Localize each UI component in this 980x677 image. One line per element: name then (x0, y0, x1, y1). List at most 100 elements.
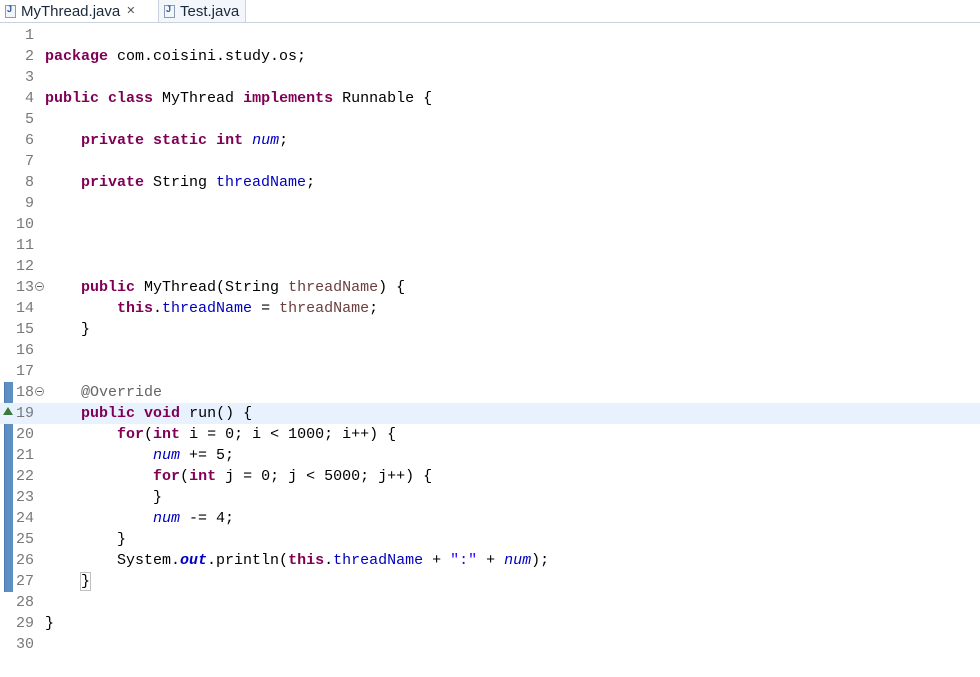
close-icon[interactable]: ✕ (126, 5, 135, 17)
line-number: 6 (24, 132, 34, 149)
code-line[interactable]: 20 for(int i = 0; i < 1000; i++) { (0, 424, 980, 445)
line-number: 13 (15, 279, 34, 296)
line-number: 28 (15, 594, 34, 611)
line-number: 18 (15, 384, 34, 401)
fold-toggle-icon[interactable] (35, 282, 44, 291)
override-marker-icon (3, 407, 13, 415)
code-line[interactable]: 16 (0, 340, 980, 361)
code-token: ; (279, 132, 289, 149)
code-token: public (45, 90, 100, 107)
code-line[interactable]: 2 package com.coisini.study.os; (0, 46, 980, 67)
tab-test-java[interactable]: Test.java (158, 0, 246, 22)
code-line[interactable]: 29} (0, 613, 980, 634)
code-token: num (153, 447, 181, 464)
line-number: 7 (24, 153, 34, 170)
code-line[interactable]: 9 (0, 193, 980, 214)
code-line[interactable]: 5 (0, 109, 980, 130)
line-number: 11 (15, 237, 34, 254)
line-number: 1 (24, 27, 34, 44)
tab-mythread-java[interactable]: MyThread.java ✕ (0, 0, 157, 22)
code-line[interactable]: 4 public class MyThread implements Runnab… (0, 88, 980, 109)
line-number: 2 (24, 48, 34, 65)
code-text: } (45, 487, 162, 508)
code-token: .println( (207, 552, 289, 569)
code-line[interactable]: 19 public void run() { (0, 403, 980, 424)
java-file-icon (5, 4, 16, 18)
code-line[interactable]: 11 (0, 235, 980, 256)
line-number: 29 (15, 615, 34, 632)
code-token: private (81, 174, 145, 191)
code-line[interactable]: 13 public MyThread(String threadName) { (0, 277, 980, 298)
code-text: } (45, 319, 90, 340)
code-token: } (45, 531, 127, 548)
code-token: num (153, 510, 181, 527)
line-number: 20 (15, 426, 34, 443)
code-line[interactable]: 6 private static int num; (0, 130, 980, 151)
code-line[interactable]: 30 (0, 634, 980, 655)
code-token: public (81, 405, 136, 422)
line-number: 30 (15, 636, 34, 653)
line-number: 22 (15, 468, 34, 485)
code-line[interactable]: 14 this.threadName = threadName; (0, 298, 980, 319)
code-line[interactable]: 3 (0, 67, 980, 88)
code-line[interactable]: 8 private String threadName; (0, 172, 980, 193)
code-line[interactable]: 12 (0, 256, 980, 277)
code-token: -= 4; (180, 510, 235, 527)
code-line[interactable]: 22 for(int j = 0; j < 5000; j++) { (0, 466, 980, 487)
code-line[interactable]: 26 System.out.println(this.threadName + … (0, 550, 980, 571)
code-line[interactable]: 17 (0, 361, 980, 382)
line-number: 17 (15, 363, 34, 380)
code-line[interactable]: 15 } (0, 319, 980, 340)
code-token: threadName (279, 300, 370, 317)
code-token: ( (180, 468, 190, 485)
code-line[interactable]: 10 (0, 214, 980, 235)
line-number: 25 (15, 531, 34, 548)
code-line[interactable]: 28 (0, 592, 980, 613)
code-token: = (252, 300, 280, 317)
code-token: String (144, 174, 217, 191)
code-token: for (117, 426, 145, 443)
code-token: } (45, 321, 91, 338)
code-token: class (108, 90, 154, 107)
code-token: += 5; (180, 447, 235, 464)
code-text: this.threadName = threadName; (45, 298, 378, 319)
tab-label: MyThread.java (21, 2, 121, 20)
code-line[interactable]: 21 num += 5; (0, 445, 980, 466)
code-line[interactable]: 18 @Override (0, 382, 980, 403)
code-token: implements (243, 90, 334, 107)
tab-label: Test.java (180, 2, 240, 20)
line-number: 24 (15, 510, 34, 527)
code-text: } (45, 571, 92, 592)
code-line[interactable]: 1 (0, 25, 980, 46)
code-token: threadName (288, 279, 379, 296)
code-text: public MyThread(String threadName) { (45, 277, 405, 298)
code-token: num (252, 132, 280, 149)
code-line[interactable]: 7 (0, 151, 980, 172)
line-number: 9 (24, 195, 34, 212)
editor-tab-bar: MyThread.java ✕ Test.java (0, 0, 980, 23)
code-token: for (153, 468, 181, 485)
line-number: 21 (15, 447, 34, 464)
code-line[interactable]: 24 num -= 4; (0, 508, 980, 529)
code-line[interactable]: 27 } (0, 571, 980, 592)
fold-toggle-icon[interactable] (35, 387, 44, 396)
code-line[interactable]: 23 } (0, 487, 980, 508)
code-token: ); (531, 552, 550, 569)
code-line[interactable]: 25 } (0, 529, 980, 550)
code-token: threadName (162, 300, 253, 317)
code-token: ( (144, 426, 154, 443)
code-token: com.coisini.study.os; (108, 48, 307, 65)
code-text: private String threadName; (45, 172, 315, 193)
code-editor[interactable]: 1 2 package com.coisini.study.os; 3 4 public … (0, 23, 980, 677)
code-token: System. (45, 552, 181, 569)
